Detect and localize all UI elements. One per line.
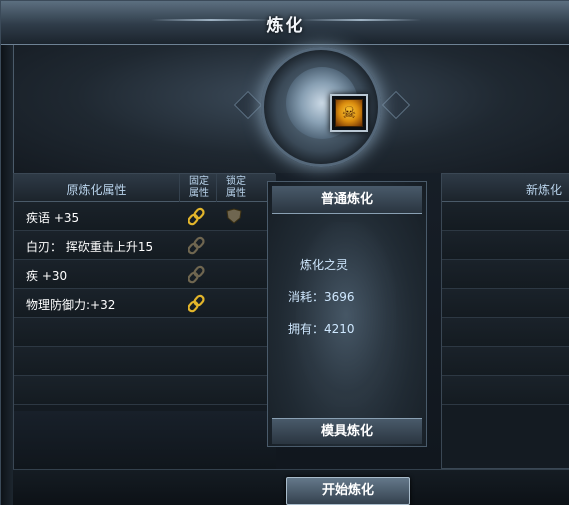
header-line: 属性: [226, 188, 246, 199]
statue-background: [296, 222, 396, 407]
header-line: 属性: [189, 188, 209, 199]
attribute-text: 白刃： 挥砍重击上升15: [26, 240, 154, 254]
own-label: 拥有：: [288, 322, 325, 336]
attribute-text: 疾语 +35: [26, 211, 80, 225]
header-locked-attr: 锁定 属性: [218, 176, 254, 200]
attribute-row: [14, 347, 276, 376]
cost-row: 消耗：3696: [288, 288, 355, 305]
refine-window: 炼化 ☠ 原炼化属性 固定 属性 锁定 属性 疾语 +35 白刃： 挥砍重击上升15 疾…: [0, 0, 569, 505]
cost-value: 3696: [324, 290, 355, 304]
banner-spike-left: [233, 90, 263, 120]
golden-demon-mask-icon: ☠: [335, 99, 363, 127]
start-refine-button[interactable]: 开始炼化: [286, 477, 410, 505]
new-attr-row: [442, 347, 569, 376]
cost-label: 消耗：: [288, 290, 325, 304]
banner-spike-right: [381, 90, 411, 120]
original-attributes-table: 原炼化属性 固定 属性 锁定 属性 疾语 +35 白刃： 挥砍重击上升15 疾 +30 物…: [13, 173, 276, 469]
new-attributes-rows: [442, 202, 569, 405]
item-banner: [13, 45, 569, 173]
new-attr-row: [442, 202, 569, 231]
new-attr-row: [442, 318, 569, 347]
fixed-lock-inactive-icon[interactable]: [187, 264, 208, 284]
fixed-lock-active-icon[interactable]: [187, 206, 208, 226]
attribute-row: 疾 +30: [14, 260, 276, 289]
header-line: 固定: [189, 176, 209, 187]
own-row: 拥有：4210: [288, 320, 355, 337]
fixed-lock-active-icon[interactable]: [187, 293, 208, 313]
new-attributes-table: 新炼化: [441, 173, 569, 469]
new-attr-row: [442, 289, 569, 318]
mold-refine-tab[interactable]: 模具炼化: [272, 418, 422, 444]
attribute-text: 疾 +30: [26, 269, 68, 283]
new-attr-row: [442, 260, 569, 289]
refine-mode-panel: 普通炼化 炼化之灵 消耗：3696 拥有：4210 模具炼化: [267, 181, 427, 447]
title-bar[interactable]: 炼化: [1, 1, 569, 45]
title-ornament-right: [301, 19, 421, 21]
header-original-attr: 原炼化属性: [66, 183, 127, 197]
own-value: 4210: [324, 322, 355, 336]
header-new-attr: 新炼化: [526, 183, 563, 197]
new-attributes-header: 新炼化: [442, 174, 569, 202]
attribute-row: 疾语 +35: [14, 202, 276, 231]
new-attr-row: [442, 231, 569, 260]
refine-item-slot[interactable]: ☠: [330, 94, 368, 132]
fixed-lock-inactive-icon[interactable]: [187, 235, 208, 255]
normal-refine-tab[interactable]: 普通炼化: [272, 186, 422, 214]
attribute-text: 物理防御力:+32: [26, 298, 116, 312]
table-lower-area: [14, 411, 276, 469]
attribute-row: 物理防御力:+32: [14, 289, 276, 318]
attribute-row: [14, 376, 276, 405]
attribute-row: 白刃： 挥砍重击上升15: [14, 231, 276, 260]
new-attr-row: [442, 376, 569, 405]
material-name: 炼化之灵: [300, 258, 349, 272]
window-title: 炼化: [266, 16, 305, 36]
header-line: 锁定: [226, 176, 246, 187]
left-frame-edge: [1, 45, 13, 505]
original-attributes-rows: 疾语 +35 白刃： 挥砍重击上升15 疾 +30 物理防御力:+32: [14, 202, 276, 405]
lock-shield-icon[interactable]: [224, 206, 244, 226]
attribute-row: [14, 318, 276, 347]
original-attributes-header: 原炼化属性 固定 属性 锁定 属性: [14, 174, 276, 202]
header-fixed-attr: 固定 属性: [181, 176, 217, 200]
